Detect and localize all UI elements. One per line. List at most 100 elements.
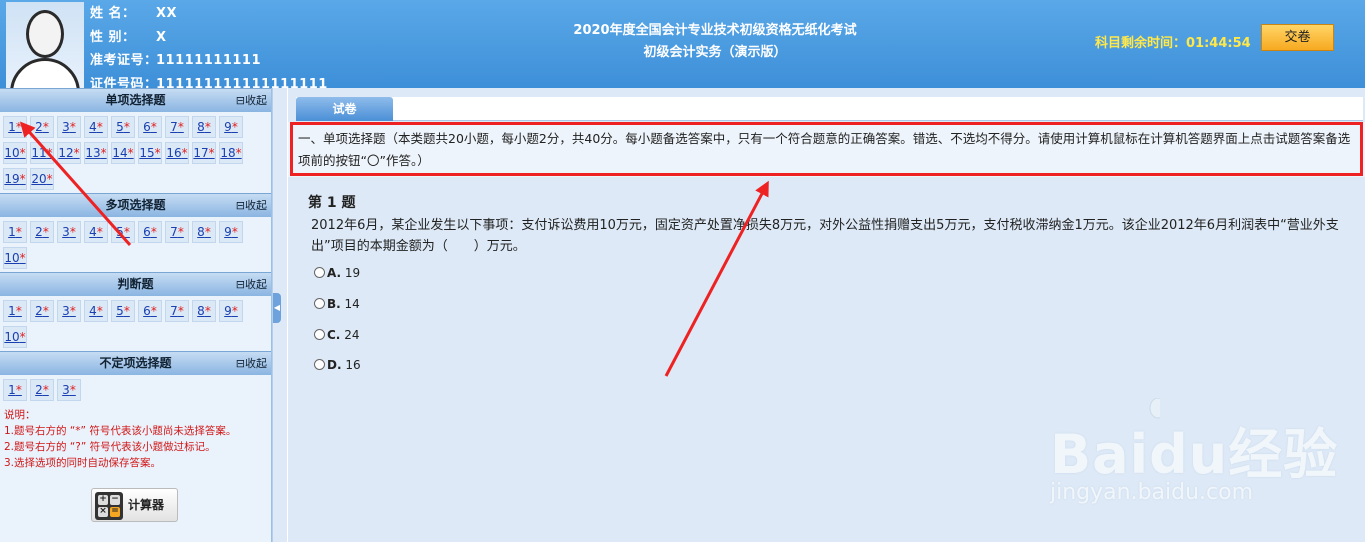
question-nav-number: 3 — [62, 225, 70, 239]
unanswered-star-icon: * — [231, 225, 238, 239]
exam-title-line2: 初级会计实务（演示版） — [643, 45, 787, 60]
question-nav-button[interactable]: 3* — [57, 221, 81, 243]
question-nav-button[interactable]: 9* — [219, 221, 243, 243]
candidate-gender-row: 性 别： X — [90, 26, 328, 50]
question-nav-button[interactable]: 14* — [111, 142, 135, 164]
question-nav-button[interactable]: 12* — [57, 142, 81, 164]
question-nav-button[interactable]: 2* — [30, 300, 54, 322]
question-nav-button[interactable]: 1* — [3, 221, 27, 243]
unanswered-star-icon: * — [154, 146, 161, 160]
option-b[interactable]: B. 14 — [314, 295, 360, 313]
option-value: 19 — [344, 266, 361, 280]
question-nav-button[interactable]: 6* — [138, 116, 162, 138]
question-nav-button[interactable]: 7* — [165, 300, 189, 322]
calculator-button[interactable]: + − × = 计算器 — [91, 488, 178, 522]
question-nav-number: 9 — [224, 304, 232, 318]
unanswered-star-icon: * — [69, 225, 76, 239]
collapse-button[interactable]: ⊟收起 — [236, 89, 267, 112]
question-nav-button[interactable]: 18* — [219, 142, 243, 164]
radio-button-icon[interactable] — [314, 359, 325, 370]
question-nav-number: 5 — [116, 304, 124, 318]
unanswered-star-icon: * — [42, 383, 49, 397]
question-nav-button[interactable]: 11* — [30, 142, 54, 164]
question-nav-button[interactable]: 5* — [111, 116, 135, 138]
option-key: A. — [327, 266, 342, 280]
question-number-grid: 1* 2* 3* 4* 5* 6* 7* 8* 9* 10* 11* 12* 13* 14* 15* 16* 1… — [0, 112, 271, 193]
question-nav-button[interactable]: 5* — [111, 300, 135, 322]
question-nav-number: 1 — [8, 225, 16, 239]
name-value: XX — [156, 6, 178, 21]
question-nav-button[interactable]: 16* — [165, 142, 189, 164]
unanswered-star-icon: * — [100, 146, 107, 160]
question-nav-number: 1 — [8, 120, 16, 134]
question-nav-button[interactable]: 9* — [219, 116, 243, 138]
panel-splitter[interactable]: ◀ — [272, 88, 287, 542]
question-nav-number: 6 — [143, 225, 151, 239]
question-nav-button[interactable]: 6* — [138, 221, 162, 243]
radio-button-icon[interactable] — [314, 329, 325, 340]
calculator-icon: + − × = — [95, 492, 123, 520]
question-nav-button[interactable]: 9* — [219, 300, 243, 322]
question-nav-button[interactable]: 4* — [84, 116, 108, 138]
unanswered-star-icon: * — [123, 225, 130, 239]
question-nav-button[interactable]: 1* — [3, 379, 27, 401]
option-a[interactable]: A. 19 — [314, 264, 360, 282]
option-c[interactable]: C. 24 — [314, 326, 359, 344]
question-nav-button[interactable]: 1* — [3, 300, 27, 322]
unanswered-star-icon: * — [73, 146, 80, 160]
candidate-name-row: 姓 名： XX — [90, 2, 328, 26]
unanswered-star-icon: * — [15, 225, 22, 239]
question-nav-button[interactable]: 3* — [57, 300, 81, 322]
question-nav-number: 3 — [62, 304, 70, 318]
question-nav-number: 4 — [89, 120, 97, 134]
candidate-photo — [6, 2, 84, 88]
submit-exam-button[interactable]: 交卷 — [1261, 24, 1334, 51]
gender-value: X — [156, 29, 167, 45]
question-nav-button[interactable]: 4* — [84, 221, 108, 243]
unanswered-star-icon: * — [19, 172, 26, 186]
question-nav-button[interactable]: 10* — [3, 247, 27, 269]
question-nav-button[interactable]: 3* — [57, 379, 81, 401]
collapse-arrow-icon[interactable]: ◀ — [273, 293, 281, 323]
tab-exam-paper[interactable]: 试卷 — [296, 97, 393, 121]
question-nav-number: 1 — [8, 304, 16, 318]
collapse-button[interactable]: ⊟收起 — [236, 352, 267, 375]
question-nav-button[interactable]: 3* — [57, 116, 81, 138]
unanswered-star-icon: * — [127, 146, 134, 160]
question-nav-button[interactable]: 4* — [84, 300, 108, 322]
radio-button-icon[interactable] — [314, 298, 325, 309]
question-area: 试卷 一、单项选择题（本类题共20小题，每小题2分，共40分。每小题备选答案中，… — [288, 88, 1365, 542]
question-nav-button[interactable]: 13* — [84, 142, 108, 164]
section-header: 不定项选择题 ⊟收起 — [0, 351, 271, 375]
question-nav-number: 6 — [143, 304, 151, 318]
navigator-sections: 单项选择题 ⊟收起 1* 2* 3* 4* 5* 6* 7* 8* 9* 10* 11* 12* 13* 14… — [0, 88, 271, 404]
question-nav-button[interactable]: 8* — [192, 116, 216, 138]
question-nav-button[interactable]: 10* — [3, 142, 27, 164]
question-nav-button[interactable]: 19* — [3, 168, 27, 190]
question-nav-button[interactable]: 20* — [30, 168, 54, 190]
question-nav-button[interactable]: 17* — [192, 142, 216, 164]
question-nav-button[interactable]: 7* — [165, 221, 189, 243]
navigator-notes: 说明： 1.题号右方的 “*” 符号代表该小题尚未选择答案。 2.题号右方的 “… — [0, 404, 271, 474]
question-nav-button[interactable]: 2* — [30, 116, 54, 138]
question-nav-button[interactable]: 8* — [192, 221, 216, 243]
question-nav-button[interactable]: 5* — [111, 221, 135, 243]
calculator-label: 计算器 — [128, 498, 165, 512]
section-instruction: 一、单项选择题（本类题共20小题，每小题2分，共40分。每小题备选答案中，只有一… — [288, 122, 1365, 177]
option-key: B. — [327, 297, 341, 311]
collapse-button[interactable]: ⊟收起 — [236, 273, 267, 296]
question-nav-button[interactable]: 2* — [30, 379, 54, 401]
question-nav-button[interactable]: 15* — [138, 142, 162, 164]
collapse-button[interactable]: ⊟收起 — [236, 194, 267, 217]
section-title: 不定项选择题 — [99, 356, 172, 370]
option-value: 14 — [344, 297, 360, 311]
question-nav-button[interactable]: 1* — [3, 116, 27, 138]
question-nav-button[interactable]: 8* — [192, 300, 216, 322]
question-nav-button[interactable]: 7* — [165, 116, 189, 138]
question-nav-button[interactable]: 2* — [30, 221, 54, 243]
question-nav-button[interactable]: 6* — [138, 300, 162, 322]
radio-button-icon[interactable] — [314, 267, 325, 278]
timer-label: 科目剩余时间： — [1095, 36, 1187, 51]
question-nav-button[interactable]: 10* — [3, 326, 27, 348]
option-d[interactable]: D. 16 — [314, 356, 361, 374]
